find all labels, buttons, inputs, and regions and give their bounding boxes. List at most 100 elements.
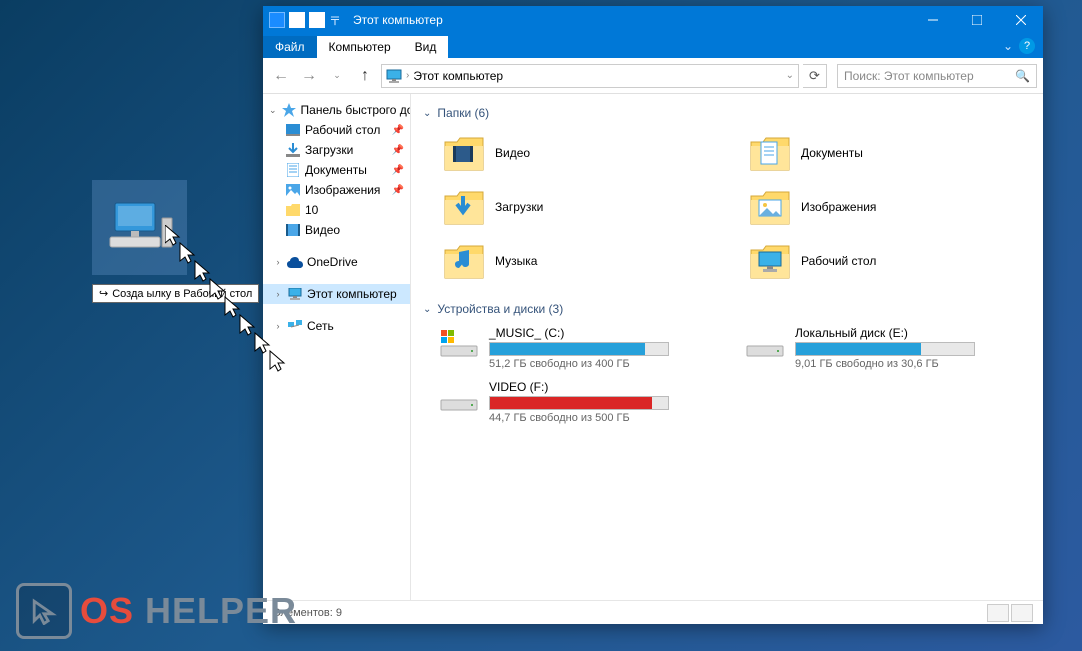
drive-free-text: 44,7 ГБ свободно из 500 ГБ (489, 412, 725, 424)
nav-up-button[interactable]: ↑ (353, 64, 377, 88)
group-folders[interactable]: ⌄ Папки (6) (423, 102, 1031, 124)
maximize-button[interactable] (955, 6, 999, 34)
onedrive-label: OneDrive (307, 255, 358, 269)
explorer-window: 〒 Этот компьютер Файл Компьютер Вид ⌄ ? … (263, 6, 1043, 624)
refresh-button[interactable]: ⟳ (803, 64, 827, 88)
folder-label: Видео (495, 146, 530, 160)
view-icons-button[interactable] (1011, 604, 1033, 622)
onedrive-icon (287, 254, 303, 270)
watermark-helper: HELPER (134, 590, 297, 631)
drive-item[interactable]: _MUSIC_ (C:) 51,2 ГБ свободно из 400 ГБ (439, 326, 725, 370)
sidebar-onedrive[interactable]: › OneDrive (263, 252, 410, 272)
videos-icon (285, 222, 301, 238)
folder-label: Загрузки (495, 200, 543, 214)
this-pc-label: Этот компьютер (307, 287, 397, 301)
qat-divider: 〒 (329, 12, 341, 29)
sidebar-item-documents[interactable]: Документы 📌 (263, 160, 410, 180)
drive-name: Локальный диск (E:) (795, 326, 1031, 340)
chevron-down-icon: ⌄ (423, 304, 431, 315)
drive-icon (439, 326, 479, 358)
navigation-pane: ⌄ Панель быстрого до Рабочий стол 📌 Загр… (263, 94, 411, 600)
drive-icon (745, 326, 785, 358)
folder-icon (749, 240, 791, 282)
folder-item[interactable]: Музыка (439, 236, 725, 286)
documents-icon (285, 162, 301, 178)
content-area: ⌄ Папки (6) Видео Документы (411, 94, 1043, 600)
search-icon: 🔍 (1015, 69, 1030, 83)
folder-icon (285, 202, 301, 218)
sidebar-item-label: Документы (305, 163, 367, 177)
desktop-this-pc-icon[interactable] (92, 180, 187, 275)
folder-icon (443, 240, 485, 282)
folder-item[interactable]: Загрузки (439, 182, 725, 232)
sidebar-this-pc[interactable]: › Этот компьютер (263, 284, 410, 304)
drive-item[interactable]: Локальный диск (E:) 9,01 ГБ свободно из … (745, 326, 1031, 370)
desktop-icon (285, 122, 301, 138)
folder-icon (749, 132, 791, 174)
sidebar-item-videos[interactable]: Видео (263, 220, 410, 240)
folder-item[interactable]: Документы (745, 128, 1031, 178)
close-button[interactable] (999, 6, 1043, 34)
tab-computer[interactable]: Компьютер (317, 36, 403, 58)
sidebar-item-label: Изображения (305, 183, 380, 197)
window-title: Этот компьютер (347, 13, 911, 27)
nav-recent-dropdown[interactable]: ⌄ (325, 64, 349, 88)
drive-free-text: 9,01 ГБ свободно из 30,6 ГБ (795, 358, 1031, 370)
network-label: Сеть (307, 319, 334, 333)
sidebar-network[interactable]: › Сеть (263, 316, 410, 336)
pc-addr-icon (386, 69, 402, 83)
sidebar-item-label: Видео (305, 223, 340, 237)
help-icon[interactable]: ? (1019, 38, 1035, 54)
search-placeholder: Поиск: Этот компьютер (844, 69, 974, 83)
ribbon-tabs: Файл Компьютер Вид ⌄ ? (263, 34, 1043, 58)
pin-icon: 📌 (392, 125, 404, 136)
search-input[interactable]: Поиск: Этот компьютер 🔍 (837, 64, 1037, 88)
chevron-right-icon[interactable]: › (406, 70, 409, 81)
sidebar-item-label: 10 (305, 203, 318, 217)
view-details-button[interactable] (987, 604, 1009, 622)
drive-capacity-bar (489, 342, 669, 356)
drive-name: VIDEO (F:) (489, 380, 725, 394)
tab-view[interactable]: Вид (403, 36, 449, 58)
folder-item[interactable]: Рабочий стол (745, 236, 1031, 286)
tab-file[interactable]: Файл (263, 36, 317, 58)
folder-label: Музыка (495, 254, 537, 268)
folders-header-label: Папки (6) (437, 106, 489, 120)
drive-item[interactable]: VIDEO (F:) 44,7 ГБ свободно из 500 ГБ (439, 380, 725, 424)
sidebar-quick-access[interactable]: ⌄ Панель быстрого до (263, 100, 410, 120)
drive-icon (439, 380, 479, 412)
pictures-icon (285, 182, 301, 198)
pin-icon: 📌 (392, 185, 404, 196)
sidebar-item-desktop[interactable]: Рабочий стол 📌 (263, 120, 410, 140)
pin-icon: 📌 (392, 165, 404, 176)
drag-shortcut-tooltip: ↪ Созда ылку в Рабочий стол (92, 284, 259, 303)
address-bar[interactable]: › Этот компьютер ⌄ (381, 64, 799, 88)
drag-tooltip-text: Созда ылку в Рабочий стол (112, 288, 252, 300)
star-icon (281, 102, 297, 118)
drive-name: _MUSIC_ (C:) (489, 326, 725, 340)
folder-icon (749, 186, 791, 228)
titlebar[interactable]: 〒 Этот компьютер (263, 6, 1043, 34)
group-drives[interactable]: ⌄ Устройства и диски (3) (423, 298, 1031, 320)
shortcut-icon: ↪ (99, 287, 108, 300)
folder-label: Документы (801, 146, 863, 160)
drive-capacity-bar (489, 396, 669, 410)
ribbon-collapse-icon[interactable]: ⌄ (1003, 39, 1013, 53)
nav-back-button[interactable]: ← (269, 64, 293, 88)
folder-icon (443, 132, 485, 174)
sidebar-item-label: Загрузки (305, 143, 353, 157)
quick-access-label: Панель быстрого до (301, 103, 411, 117)
sidebar-item-folder[interactable]: 10 (263, 200, 410, 220)
minimize-button[interactable] (911, 6, 955, 34)
pin-icon: 📌 (392, 145, 404, 156)
nav-forward-button[interactable]: → (297, 64, 321, 88)
pc-title-icon (269, 12, 285, 28)
sidebar-item-downloads[interactable]: Загрузки 📌 (263, 140, 410, 160)
sidebar-item-pictures[interactable]: Изображения 📌 (263, 180, 410, 200)
drives-header-label: Устройства и диски (3) (437, 302, 563, 316)
drive-free-text: 51,2 ГБ свободно из 400 ГБ (489, 358, 725, 370)
folder-item[interactable]: Видео (439, 128, 725, 178)
folder-item[interactable]: Изображения (745, 182, 1031, 232)
address-location: Этот компьютер (413, 69, 503, 83)
address-dropdown-icon[interactable]: ⌄ (786, 70, 794, 81)
